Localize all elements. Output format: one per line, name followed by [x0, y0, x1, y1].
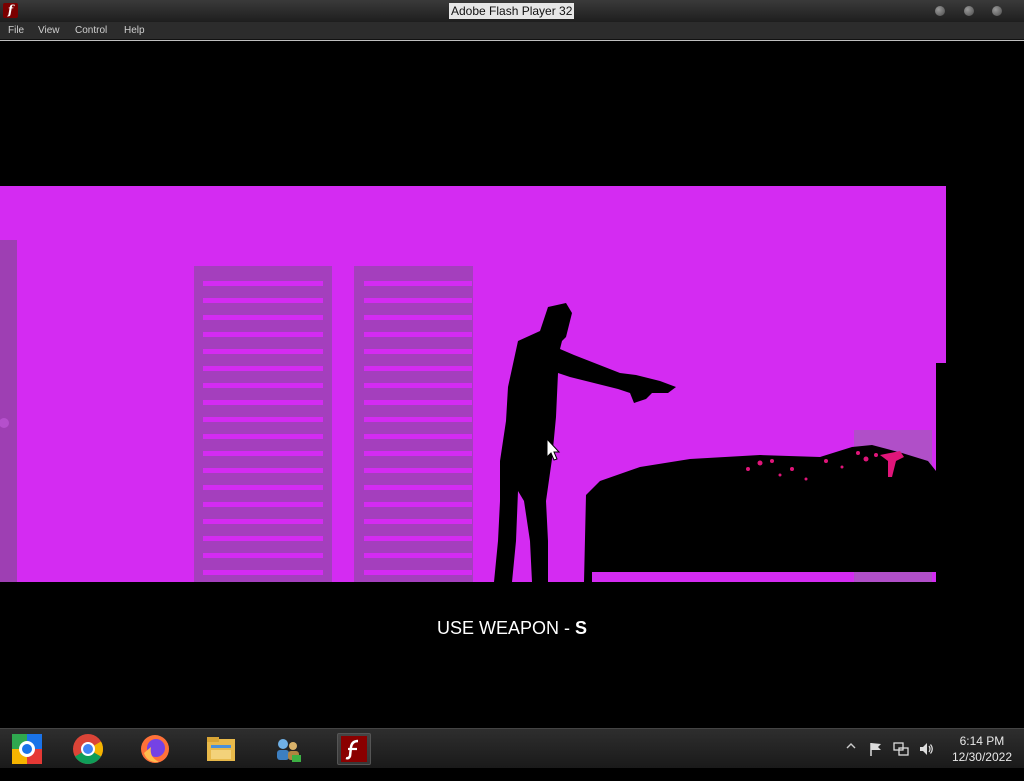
- firefox-icon[interactable]: [138, 733, 172, 765]
- flash-app-icon[interactable]: f: [3, 3, 18, 18]
- file-explorer-icon[interactable]: [204, 733, 238, 765]
- system-clock[interactable]: 6:14 PM 12/30/2022: [952, 733, 1012, 765]
- window-blinds-right: [354, 266, 473, 582]
- window-blinds-left: [194, 266, 332, 582]
- instruction-caption: USE WEAPON - S: [0, 618, 1024, 639]
- right-wall: [936, 363, 948, 583]
- clock-time: 6:14 PM: [959, 734, 1005, 748]
- action-center-flag-icon[interactable]: [868, 741, 884, 781]
- window-title: Adobe Flash Player 32: [449, 3, 575, 19]
- title-bar: f Adobe Flash Player 32: [0, 0, 1024, 22]
- flash-player-icon[interactable]: [337, 733, 371, 765]
- caption-key: S: [575, 618, 588, 638]
- clock-date: 12/30/2022: [951, 750, 1012, 764]
- door-edge: [0, 240, 17, 582]
- menu-view[interactable]: View: [38, 25, 60, 36]
- close-button[interactable]: [992, 6, 1002, 16]
- app-launcher-icon[interactable]: [10, 733, 44, 765]
- game-stage[interactable]: USE WEAPON - S: [0, 41, 1024, 728]
- chrome-icon[interactable]: [71, 733, 105, 765]
- menu-control[interactable]: Control: [75, 25, 107, 36]
- volume-icon[interactable]: [918, 741, 934, 781]
- network-people-icon[interactable]: [271, 733, 305, 765]
- menu-file[interactable]: File: [8, 25, 24, 36]
- taskbar: 6:14 PM 12/30/2022: [0, 728, 1024, 768]
- menu-bar: File View Control Help: [0, 22, 1024, 40]
- network-icon[interactable]: [893, 741, 909, 781]
- show-hidden-icons[interactable]: [846, 741, 856, 781]
- caption-text: USE WEAPON -: [436, 618, 575, 638]
- maximize-button[interactable]: [964, 6, 974, 16]
- minimize-button[interactable]: [935, 6, 945, 16]
- menu-help[interactable]: Help: [124, 25, 145, 36]
